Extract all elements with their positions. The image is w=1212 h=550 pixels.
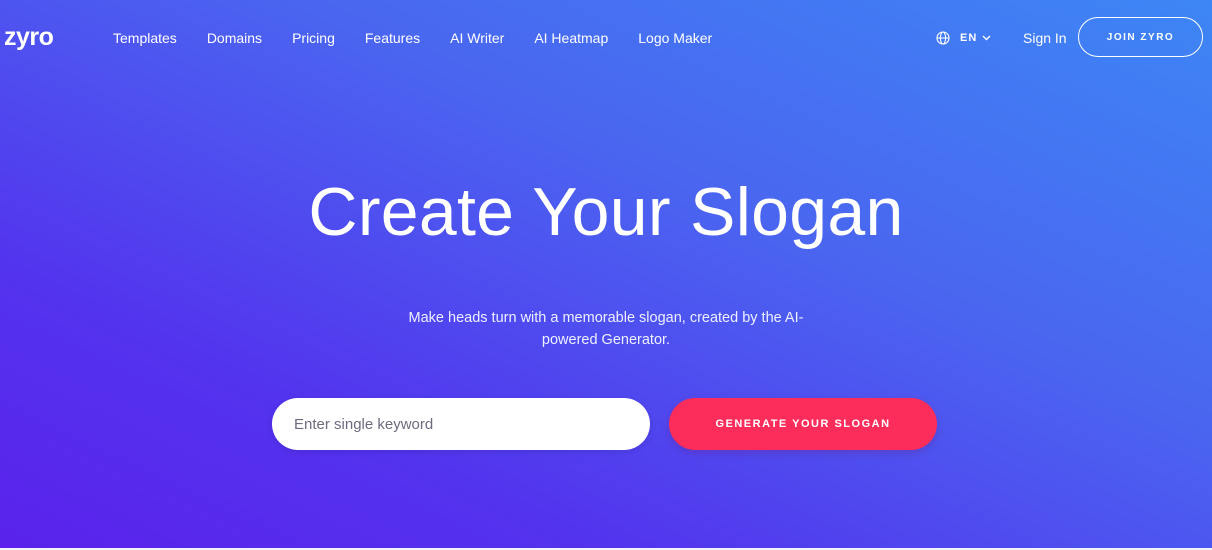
page-title: Create Your Slogan — [308, 174, 904, 250]
nav-ai-writer[interactable]: AI Writer — [450, 27, 504, 49]
nav-features[interactable]: Features — [365, 27, 420, 49]
nav-ai-heatmap[interactable]: AI Heatmap — [534, 27, 608, 49]
zyro-logo[interactable]: zyro — [4, 22, 54, 52]
join-zyro-button[interactable]: JOIN ZYRO — [1078, 17, 1203, 57]
nav-pricing[interactable]: Pricing — [292, 27, 335, 49]
globe-icon — [936, 31, 950, 45]
generate-slogan-button[interactable]: GENERATE YOUR SLOGAN — [669, 398, 937, 450]
language-code: EN — [960, 32, 978, 44]
hero-subtitle: Make heads turn with a memorable slogan,… — [408, 310, 804, 348]
language-selector[interactable]: EN — [936, 27, 991, 49]
nav-templates[interactable]: Templates — [113, 27, 177, 49]
nav-domains[interactable]: Domains — [207, 27, 262, 49]
keyword-input[interactable] — [272, 398, 650, 450]
main-nav: Templates Domains Pricing Features AI Wr… — [113, 27, 712, 49]
sign-in-link[interactable]: Sign In — [1023, 27, 1067, 49]
nav-logo-maker[interactable]: Logo Maker — [638, 27, 712, 49]
hero-section: zyro Templates Domains Pricing Features … — [0, 0, 1212, 548]
chevron-down-icon — [982, 35, 991, 41]
